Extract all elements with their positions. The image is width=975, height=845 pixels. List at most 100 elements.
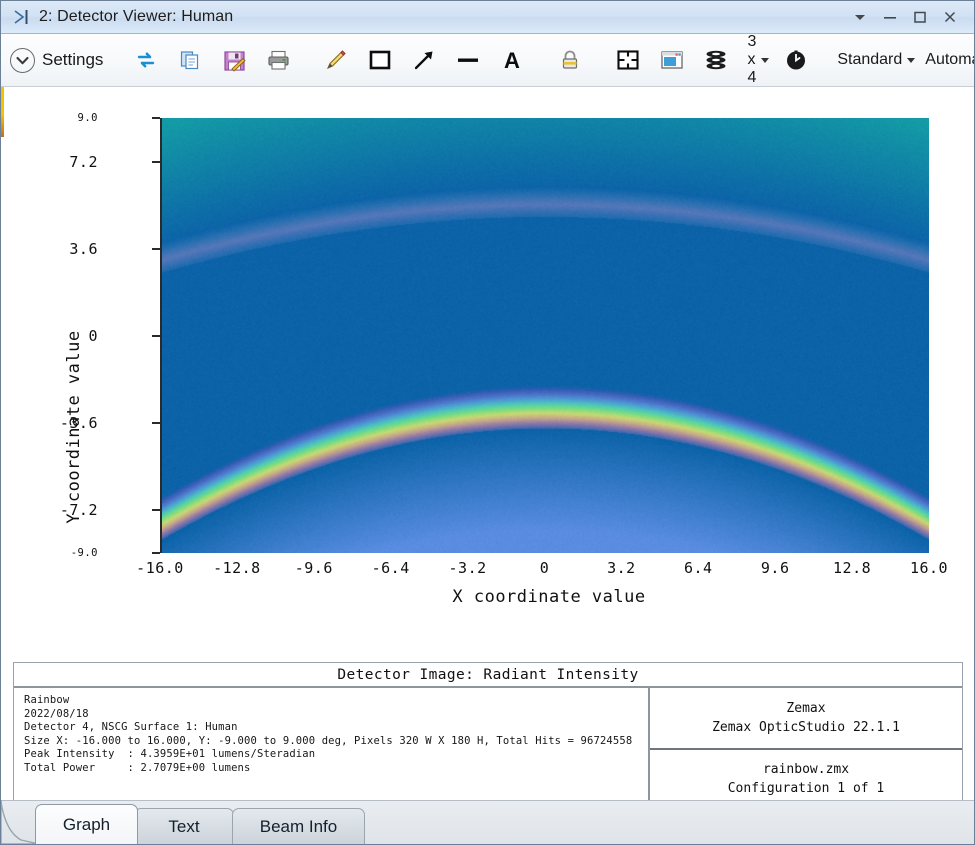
y-axis-tick: 7.2 (69, 152, 98, 171)
y-axis-tick-marks (152, 117, 160, 554)
x-axis-tick: -6.4 (371, 559, 410, 577)
x-axis-tick: 6.4 (684, 559, 713, 577)
reset-button[interactable] (774, 40, 818, 80)
settings-label: Settings (42, 50, 104, 69)
tab-beam-info-label: Beam Info (259, 816, 338, 836)
copy-icon (173, 43, 207, 77)
print-button[interactable] (256, 40, 300, 80)
detector-plot: Y coordinate value X coordinate value 9.… (4, 87, 972, 647)
file-name: rainbow.zmx (762, 761, 850, 777)
x-axis-tick: -3.2 (448, 559, 487, 577)
info-panel: Detector Image: Radiant Intensity Rainbo… (13, 662, 963, 802)
style-dropdown[interactable]: Standard (832, 40, 920, 80)
rainbow-detector-image[interactable] (162, 118, 929, 553)
settings-button[interactable]: Settings (7, 40, 110, 80)
annotate-pencil-icon (319, 43, 353, 77)
layers-button[interactable] (694, 40, 738, 80)
lock-button[interactable] (548, 40, 592, 80)
y-axis-tick: 9.0 (77, 112, 98, 124)
detector-viewer-icon (10, 5, 36, 29)
lock-icon (553, 43, 587, 77)
main-toolbar: Settings A 3 x 4 Standard Autom (1, 33, 974, 87)
refresh-icon (129, 43, 163, 77)
configuration-label: Configuration 1 of 1 (727, 780, 885, 796)
grid-icon (611, 43, 645, 77)
text-button[interactable]: A (490, 40, 534, 80)
annotate-pencil-button[interactable] (314, 40, 358, 80)
y-axis-tick-mark (152, 117, 160, 119)
tab-graph[interactable]: Graph (35, 804, 138, 844)
window-title: 2: Detector Viewer: Human (39, 8, 234, 25)
y-axis-tick-mark (152, 508, 160, 511)
save-button[interactable] (212, 40, 256, 80)
y-axis-tick-mark (152, 421, 160, 424)
y-axis-tick: -7.2 (59, 500, 98, 519)
text-icon: A (495, 43, 529, 77)
svg-text:A: A (504, 48, 520, 72)
minimize-button[interactable] (876, 4, 904, 30)
close-button[interactable] (936, 4, 964, 30)
arrow-button[interactable] (402, 40, 446, 80)
tab-text-label: Text (168, 816, 200, 836)
chevron-down-icon (10, 47, 35, 73)
rectangle-icon (363, 43, 397, 77)
window-controls (846, 4, 974, 30)
print-icon (261, 43, 295, 77)
window-button[interactable] (650, 40, 694, 80)
detector-viewer-window: 2: Detector Viewer: Human Settings A 3 x… (0, 0, 975, 845)
y-axis-tick-mark (152, 247, 160, 250)
x-axis-tick: 9.6 (760, 559, 790, 577)
aspect-ratio-label: 3 x 4 (747, 33, 757, 86)
reset-icon (779, 43, 813, 77)
aspect-ratio-dropdown[interactable]: 3 x 4 (738, 33, 774, 86)
x-axis-tick: 16.0 (909, 559, 949, 577)
y-axis-tick-mark (152, 334, 160, 337)
info-panel-right: Zemax Zemax OpticStudio 22.1.1 rainbow.z… (650, 688, 962, 802)
x-axis-tick: -9.6 (294, 559, 333, 577)
tab-beam-info[interactable]: Beam Info (232, 808, 365, 844)
grid-button[interactable] (606, 40, 650, 80)
product-version: Zemax OpticStudio 22.1.1 (712, 720, 900, 735)
y-axis-tick: -9.0 (70, 547, 98, 559)
line-icon (451, 43, 485, 77)
maximize-button[interactable] (906, 4, 934, 30)
bottom-tab-bar: Graph Text Beam Info (1, 800, 974, 844)
tab-bar-curve (1, 800, 39, 844)
info-panel-header: Detector Image: Radiant Intensity (14, 663, 962, 688)
analysis-summary-text: Rainbow 2022/08/18 Detector 4, NSCG Surf… (14, 688, 650, 802)
refresh-button[interactable] (124, 40, 168, 80)
copy-button[interactable] (168, 40, 212, 80)
save-icon (217, 43, 251, 77)
product-info: Zemax Zemax OpticStudio 22.1.1 (650, 688, 962, 750)
scale-dropdown-label: Automatic (925, 51, 974, 68)
x-axis-tick: 0 (539, 559, 550, 577)
x-axis-tick: 3.2 (607, 559, 636, 577)
chevron-down-icon (761, 57, 770, 63)
vendor-name: Zemax (786, 701, 826, 716)
y-axis-tick-mark (152, 160, 160, 163)
x-axis-tick: 12.8 (833, 559, 872, 577)
tab-graph-label: Graph (62, 814, 111, 834)
tab-text[interactable]: Text (134, 808, 234, 844)
y-axis-tick: 0 (88, 326, 98, 345)
graph-content-area: Y coordinate value X coordinate value 9.… (4, 87, 972, 802)
info-panel-body: Rainbow 2022/08/18 Detector 4, NSCG Surf… (14, 688, 962, 802)
line-button[interactable] (446, 40, 490, 80)
layers-icon (699, 43, 733, 77)
file-info: rainbow.zmx Configuration 1 of 1 (650, 750, 962, 802)
style-dropdown-label: Standard (837, 51, 903, 68)
scale-dropdown[interactable]: Automatic (920, 40, 974, 80)
x-axis-tick: -12.8 (213, 559, 261, 577)
x-axis-tick: -16.0 (136, 559, 184, 577)
y-axis-tick: -3.6 (59, 413, 98, 432)
window-icon (655, 43, 689, 77)
window-menu-button[interactable] (846, 4, 874, 30)
chevron-down-icon (907, 57, 916, 63)
x-axis-title: X coordinate value (452, 587, 646, 607)
window-title-bar: 2: Detector Viewer: Human (1, 1, 974, 34)
detector-image-frame[interactable] (160, 118, 929, 553)
rectangle-button[interactable] (358, 40, 402, 80)
arrow-icon (407, 43, 441, 77)
y-axis-tick: 3.6 (69, 239, 98, 258)
y-axis-tick-mark (152, 552, 160, 554)
